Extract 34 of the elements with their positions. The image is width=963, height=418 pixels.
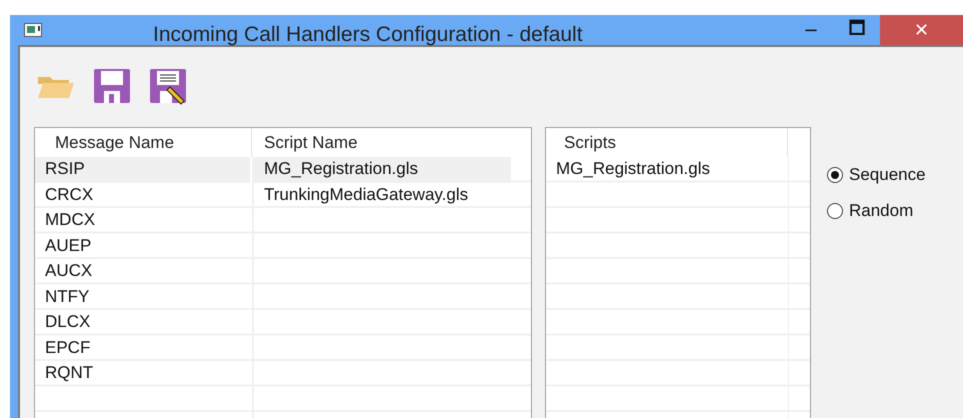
script-item[interactable]: MG_Registration.gls bbox=[556, 159, 710, 178]
message-name: NTFY bbox=[45, 286, 90, 306]
close-button[interactable]: ✕ bbox=[880, 15, 963, 45]
table-row[interactable]: DLCX bbox=[35, 310, 531, 336]
message-name: RQNT bbox=[45, 363, 94, 382]
table-row[interactable]: AUCX bbox=[35, 259, 531, 284]
message-name: AUCX bbox=[45, 261, 92, 280]
message-name: CRCX bbox=[45, 184, 94, 204]
minimize-button[interactable]: − bbox=[788, 15, 834, 45]
window-title: Incoming Call Handlers Configuration - default bbox=[153, 23, 583, 47]
radio-option[interactable]: Sequence bbox=[827, 165, 926, 185]
table-row[interactable]: RQNT bbox=[35, 361, 531, 386]
maximize-button[interactable]: 🗖 bbox=[834, 15, 880, 45]
column-header[interactable]: Scripts bbox=[546, 128, 788, 157]
table-row[interactable]: CRCX TrunkingMediaGateway.gls bbox=[35, 182, 531, 208]
table-row[interactable]: RSIP MG_Registration.gls bbox=[35, 157, 511, 182]
table-row[interactable]: NTFY bbox=[35, 284, 531, 310]
app-icon bbox=[24, 23, 42, 37]
radio-button[interactable] bbox=[827, 167, 843, 183]
radio-button[interactable] bbox=[827, 203, 843, 219]
message-name: AUEP bbox=[45, 236, 92, 254]
script-name: MG_Registration.gls bbox=[264, 159, 418, 178]
table-row[interactable]: AUEP bbox=[35, 234, 531, 259]
radio-option[interactable]: Random bbox=[827, 201, 926, 221]
column-header[interactable]: Script Name bbox=[252, 128, 531, 157]
table-row[interactable]: EPCF bbox=[35, 336, 531, 361]
save-as-icon[interactable] bbox=[148, 67, 188, 105]
message-name: DLCX bbox=[45, 312, 90, 331]
save-icon[interactable] bbox=[92, 67, 132, 105]
script-name: TrunkingMediaGateway.gls bbox=[264, 184, 468, 204]
table-row[interactable]: MDCX bbox=[35, 208, 531, 234]
message-name: MDCX bbox=[45, 210, 96, 229]
message-name: RSIP bbox=[45, 159, 85, 178]
message-name: EPCF bbox=[45, 338, 90, 356]
